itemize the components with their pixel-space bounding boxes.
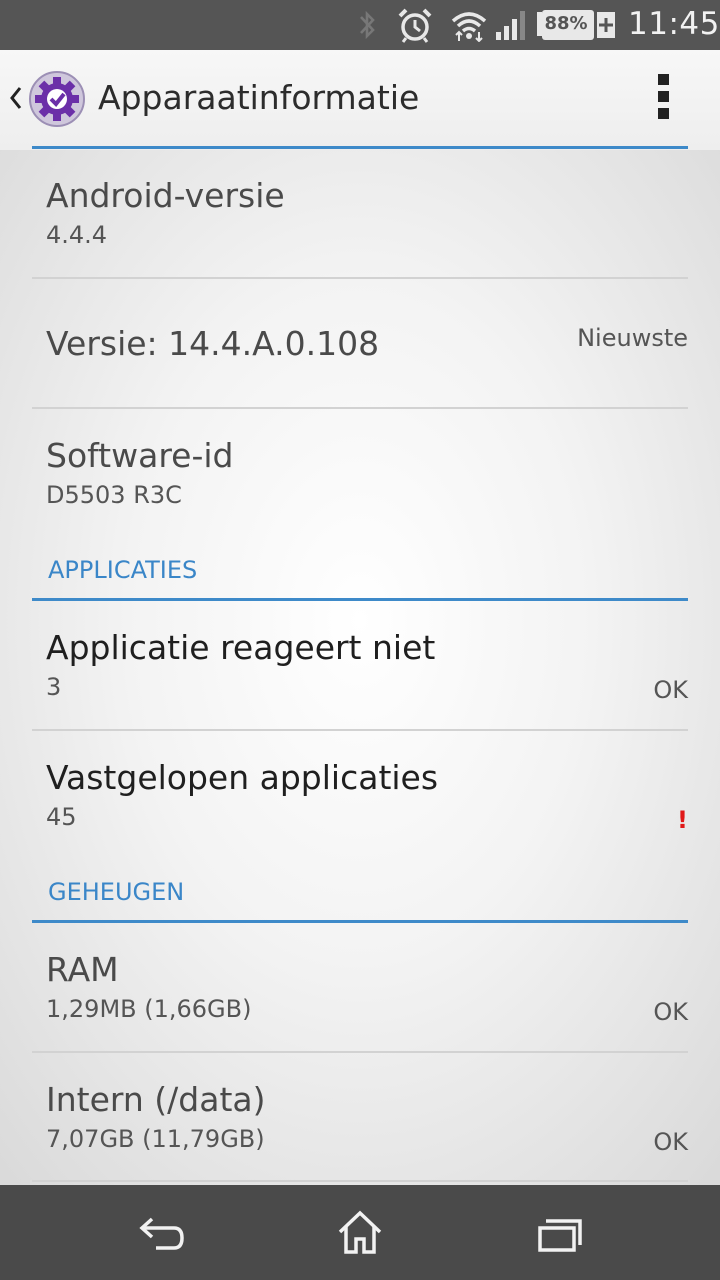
divider: [32, 1051, 688, 1053]
alarm-icon: [398, 8, 432, 43]
signal-icon: [496, 11, 525, 40]
list-item-ram[interactable]: RAM 1,29MB (1,66GB) OK: [46, 950, 688, 1026]
list-item-internal-storage[interactable]: Intern (/data) 7,07GB (11,79GB) OK: [46, 1080, 688, 1156]
divider: [32, 1180, 688, 1182]
divider: [32, 729, 688, 731]
item-value: 7,07GB (11,79GB): [46, 1125, 265, 1153]
item-status: OK: [653, 676, 688, 704]
item-status: OK: [653, 1128, 688, 1156]
battery-percent: 88%: [544, 13, 588, 34]
item-title: Software-id: [46, 436, 234, 475]
item-title: Intern (/data): [46, 1080, 266, 1119]
item-title: Vastgelopen applicaties: [46, 758, 439, 797]
wifi-icon: [451, 12, 487, 42]
bluetooth-icon: [360, 10, 375, 40]
list-item-build-version[interactable]: Versie: 14.4.A.0.108 Nieuwste: [46, 324, 688, 363]
divider: [32, 407, 688, 409]
item-value: 3: [46, 673, 62, 701]
item-value: D5503 R3C: [46, 481, 182, 509]
charging-icon: [597, 12, 615, 38]
item-status: Nieuwste: [577, 324, 688, 352]
section-divider: [32, 920, 688, 923]
status-bar: 88% 11:45: [0, 0, 720, 50]
home-icon[interactable]: [336, 1208, 384, 1256]
item-value: 45: [46, 803, 77, 831]
item-title: RAM: [46, 950, 119, 989]
status-clock: 11:45: [628, 6, 720, 42]
alert-indicator: !: [677, 806, 688, 834]
divider: [32, 277, 688, 279]
back-chevron-icon[interactable]: [8, 84, 24, 112]
list-item-software-id[interactable]: Software-id D5503 R3C: [46, 436, 688, 509]
list-item-not-responding[interactable]: Applicatie reageert niet 3 OK: [46, 628, 688, 704]
item-title: Applicatie reageert niet: [46, 628, 436, 667]
screen: 88% 11:45 Apparaatinformatie Android-ver…: [0, 0, 720, 1280]
page-title: Apparaatinformatie: [98, 78, 420, 117]
overflow-menu-icon[interactable]: [652, 74, 674, 124]
section-header-applications: APPLICATIES: [48, 556, 198, 584]
recents-icon[interactable]: [536, 1215, 586, 1255]
action-bar-accent-line: [32, 146, 688, 149]
back-icon[interactable]: [136, 1212, 186, 1256]
item-value: 4.4.4: [46, 221, 108, 249]
item-title: Android-versie: [46, 176, 285, 215]
item-value: 1,29MB (1,66GB): [46, 995, 252, 1023]
list-item-android-version[interactable]: Android-versie 4.4.4: [46, 176, 688, 249]
section-divider: [32, 598, 688, 601]
item-status: OK: [653, 998, 688, 1026]
settings-check-icon[interactable]: [28, 70, 86, 128]
list-item-crashed-apps[interactable]: Vastgelopen applicaties 45 !: [46, 758, 688, 834]
section-header-memory: GEHEUGEN: [48, 878, 185, 906]
